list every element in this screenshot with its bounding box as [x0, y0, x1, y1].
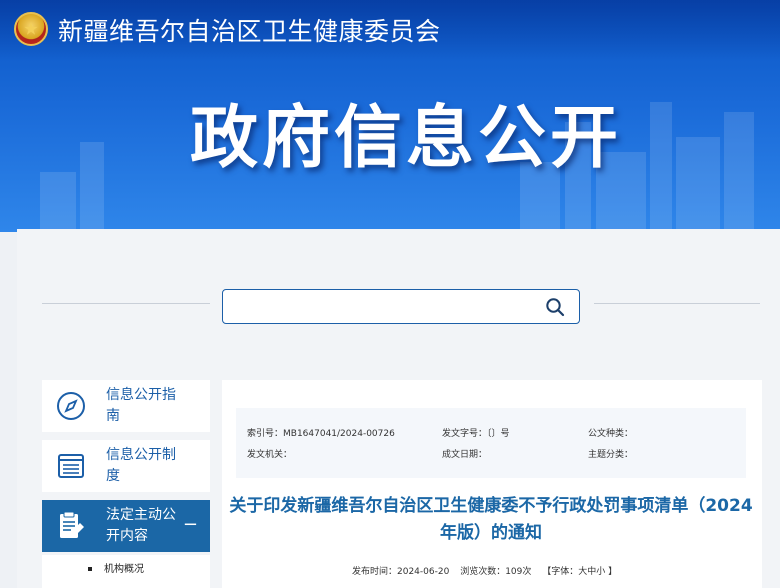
publish-time: 发布时间：2024-06-20 [352, 567, 450, 577]
sidebar-subitem-label: 机构概况 [104, 564, 144, 575]
meta-topic: 主题分类： [588, 450, 634, 460]
meta-doc-type: 公文种类： [588, 429, 634, 439]
article-title: 关于印发新疆维吾尔自治区卫生健康委不予行政处罚事项清单（2024年版）的通知 [229, 496, 753, 543]
search-box [222, 289, 580, 324]
document-list-icon [58, 454, 84, 478]
page-heading: 政府信息公开 [190, 99, 623, 178]
sidebar-subitem-org-overview[interactable]: 机构概况 [42, 555, 210, 588]
national-emblem-icon [14, 12, 48, 46]
search-input[interactable] [231, 294, 531, 319]
sidebar-item-label: 信息公开指南 [106, 387, 176, 424]
divider-left [42, 303, 210, 304]
search-icon[interactable] [545, 297, 565, 317]
meta-date: 成文日期： [442, 450, 488, 460]
meta-index-no: 索引号：MB1647041/2024-00726 [247, 429, 395, 439]
meta-doc-no: 发文字号：〔〕号 [442, 429, 510, 439]
meta-issuer: 发文机关： [247, 450, 293, 460]
edit-document-icon [60, 511, 84, 538]
sidebar-item-statutory-content[interactable]: 法定主动公开内容 − [42, 500, 210, 552]
sidebar-item-system[interactable]: 信息公开制度 [42, 440, 210, 492]
bullet-icon [88, 567, 92, 571]
divider-right [594, 303, 760, 304]
font-size-control[interactable]: 【字体：大中小 】 [542, 567, 617, 577]
compass-icon [57, 392, 85, 420]
sidebar-item-guide[interactable]: 信息公开指南 [42, 380, 210, 432]
sidebar-item-label: 信息公开制度 [106, 447, 176, 484]
site-title[interactable]: 新疆维吾尔自治区卫生健康委员会 [58, 12, 441, 48]
article-meta-table: 索引号：MB1647041/2024-00726 发文字号：〔〕号 公文种类： … [236, 408, 746, 478]
header-banner: 新疆维吾尔自治区卫生健康委员会 政府信息公开 [0, 0, 780, 232]
view-count: 浏览次数：109次 [460, 567, 532, 577]
collapse-toggle[interactable]: − [183, 516, 198, 534]
sidebar-item-label: 法定主动公开内容 [106, 507, 176, 544]
article-info-bar: 发布时间：2024-06-20 浏览次数：109次 【字体：大中小 】 [352, 564, 625, 577]
